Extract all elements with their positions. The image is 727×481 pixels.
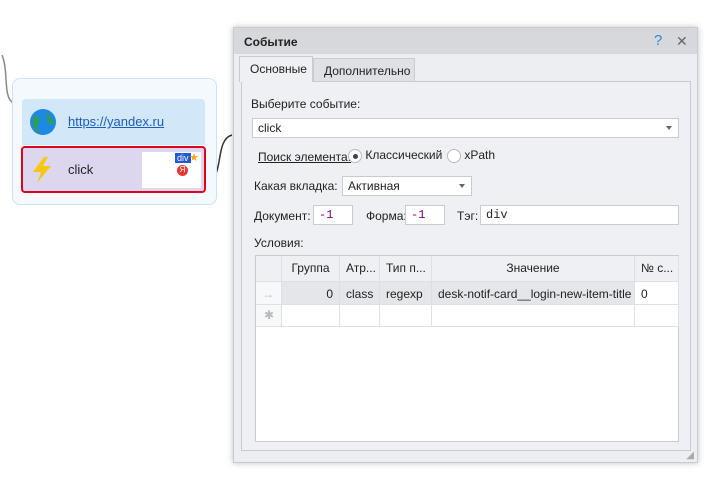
col-header[interactable]: Атр... <box>340 256 380 282</box>
node-row-url[interactable]: https://yandex.ru <box>22 99 205 145</box>
radio-xpath-label: xPath <box>464 148 496 162</box>
radio-classic[interactable]: Классический <box>348 148 442 163</box>
help-button[interactable]: ? <box>654 32 662 49</box>
event-label: Выберите событие: <box>251 97 361 111</box>
tab-value: Активная <box>348 179 400 193</box>
event-select[interactable]: click <box>252 118 679 138</box>
yandex-logo: Я <box>177 165 188 176</box>
star-icon: ★ <box>189 152 199 164</box>
radio-classic-label: Классический <box>365 148 443 162</box>
radio-xpath[interactable]: xPath <box>447 148 495 163</box>
tag-input[interactable]: div <box>480 205 679 225</box>
col-header[interactable]: Группа <box>282 256 340 282</box>
chevron-down-icon <box>666 126 672 130</box>
search-label: Поиск элемента: <box>258 150 352 164</box>
table-cell[interactable]: 0 <box>635 282 679 305</box>
new-row-cell[interactable] <box>380 305 432 327</box>
col-header[interactable]: Тип п... <box>380 256 432 282</box>
new-row-cell[interactable] <box>282 305 340 327</box>
form-input[interactable]: -1 <box>405 205 445 225</box>
event-value: click <box>258 121 282 135</box>
main-tab-panel: Выберите событие: click Поиск элемента: … <box>241 81 691 451</box>
lightning-icon <box>33 157 51 183</box>
document-label: Документ: <box>254 209 311 223</box>
col-header[interactable]: № с... <box>635 256 679 282</box>
form-label: Форма: <box>366 209 407 223</box>
new-row-cell[interactable] <box>432 305 635 327</box>
tab-main[interactable]: Основные <box>239 56 313 82</box>
conditions-grid: Группа Атр... Тип п... Значение № с... →… <box>255 255 679 442</box>
tab-select[interactable]: Активная <box>342 176 472 196</box>
dialog-title: Событие <box>234 28 697 54</box>
click-label: click <box>68 162 94 177</box>
tab-select-label: Какая вкладка: <box>254 179 338 193</box>
conditions-label: Условия: <box>254 236 304 250</box>
close-button[interactable]: ✕ <box>676 33 688 50</box>
resize-grip-icon[interactable]: ◢ <box>686 450 694 461</box>
tag-label: Тэг: <box>457 209 479 223</box>
table-cell[interactable]: desk-notif-card__login-new-item-title <box>432 282 635 305</box>
table-cell[interactable]: class <box>340 282 380 305</box>
radio-icon <box>447 148 461 163</box>
radio-icon <box>348 148 362 163</box>
table-cell[interactable]: 0 <box>282 282 340 305</box>
globe-icon <box>30 109 56 135</box>
new-row-icon: ✱ <box>256 305 282 327</box>
url-link[interactable]: https://yandex.ru <box>68 114 164 129</box>
new-row-cell[interactable] <box>340 305 380 327</box>
new-row-cell[interactable] <box>635 305 679 327</box>
element-thumbnail: div Я ★ <box>142 152 201 188</box>
chevron-down-icon <box>459 184 465 188</box>
table-cell[interactable]: regexp <box>380 282 432 305</box>
row-indicator-header <box>256 256 282 282</box>
node-row-click[interactable]: click div Я ★ <box>21 146 206 193</box>
tab-additional[interactable]: Дополнительно <box>313 58 415 82</box>
row-arrow-icon: → <box>256 282 282 305</box>
document-input[interactable]: -1 <box>313 205 353 225</box>
event-dialog: Событие ? ✕ Основные Дополнительно Выбер… <box>233 27 698 463</box>
col-header[interactable]: Значение <box>432 256 635 282</box>
